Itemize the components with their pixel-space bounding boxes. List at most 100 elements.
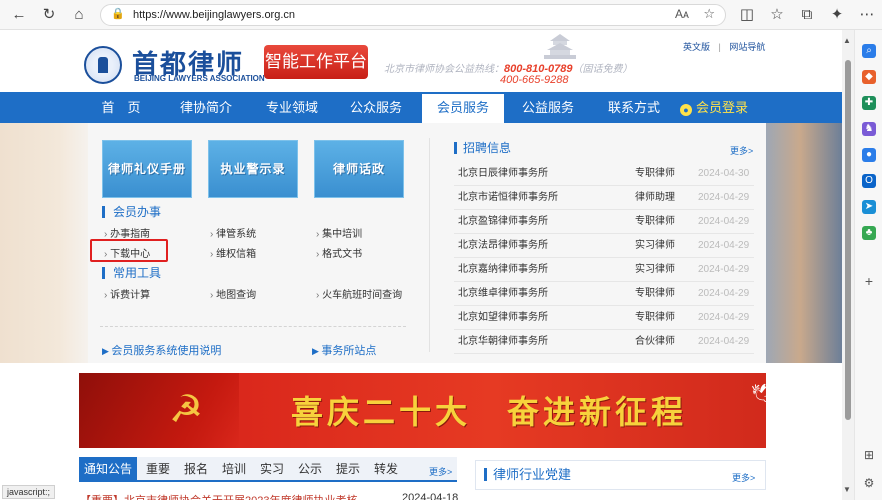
scroll-down-icon[interactable]: ▼	[843, 485, 851, 494]
centralized-training-link[interactable]: 集中培训	[316, 225, 362, 240]
job-firm[interactable]: 北京法昂律师事务所	[458, 234, 548, 258]
job-position[interactable]: 专职律师	[635, 162, 675, 186]
home-icon[interactable]: ⌂	[68, 5, 90, 25]
nav-item-home[interactable]: 首 页	[84, 92, 158, 123]
outlook-icon[interactable]: O	[862, 174, 876, 188]
recruitment-more-link[interactable]: 更多>	[730, 144, 753, 157]
notice-tabs: 通知公告 重要 报名 培训 实习 公示 提示 转发 更多>	[79, 457, 457, 482]
split-screen-icon[interactable]: ◫	[736, 5, 758, 25]
map-search-link[interactable]: 地图查询	[210, 286, 256, 301]
job-row[interactable]: 北京嘉纳律师事务所 实习律师 2024-04-29	[454, 258, 754, 282]
english-version-link[interactable]: 英文版	[683, 42, 710, 52]
member-system-guide-link[interactable]: 会员服务系统使用说明	[102, 342, 221, 358]
management-system-link[interactable]: 律管系统	[210, 225, 256, 240]
address-bar[interactable]: 🔒 https://www.beijinglawyers.org.cn Aᴀ ☆	[100, 4, 726, 26]
lawyers-on-politics-button[interactable]: 律师话政	[314, 140, 404, 198]
favorites-icon[interactable]: ☆	[766, 5, 788, 25]
practice-warnings-button[interactable]: 执业警示录	[208, 140, 298, 198]
scroll-up-icon[interactable]: ▲	[843, 36, 851, 45]
party-more-link[interactable]: 更多>	[732, 471, 755, 484]
hotline-label: 北京市律师协会公益热线：	[384, 64, 504, 75]
browser-sidebar: ⌕ ◆ ✚ ♞ ● O ➤ ♣ + ⊞ ⚙	[854, 30, 882, 500]
extensions-icon[interactable]: ✦	[826, 5, 848, 25]
job-row[interactable]: 北京日辰律师事务所 专职律师 2024-04-30	[454, 162, 754, 186]
copilot-icon[interactable]: ●	[862, 148, 876, 162]
etiquette-handbook-button[interactable]: 律师礼仪手册	[102, 140, 192, 198]
add-icon[interactable]: +	[862, 274, 876, 288]
smart-platform-button[interactable]: 智能工作平台	[264, 45, 368, 79]
job-firm[interactable]: 北京盈锦律师事务所	[458, 210, 548, 234]
member-login-button[interactable]: ● 会员登录	[680, 92, 748, 123]
site-logo-subtitle[interactable]: BEIJING LAWYERS ASSOCIATION	[134, 74, 265, 83]
job-row[interactable]: 北京市诺恒律师事务所 律师助理 2024-04-29	[454, 186, 754, 210]
job-position[interactable]: 专职律师	[635, 306, 675, 330]
rights-mailbox-link[interactable]: 维权信箱	[210, 245, 256, 260]
job-position[interactable]: 实习律师	[635, 258, 675, 282]
job-firm[interactable]: 北京如望律师事务所	[458, 306, 548, 330]
job-row[interactable]: 北京如望律师事务所 专职律师 2024-04-29	[454, 306, 754, 330]
tree-icon[interactable]: ♣	[862, 226, 876, 240]
template-documents-link[interactable]: 格式文书	[316, 245, 362, 260]
notice-item[interactable]: 【重要】北京市律师协会关于开展2023年度律师执业考核	[80, 492, 357, 500]
job-position[interactable]: 实习律师	[635, 234, 675, 258]
tab-training[interactable]: 培训	[217, 457, 251, 482]
job-row[interactable]: 北京维卓律师事务所 专职律师 2024-04-29	[454, 282, 754, 306]
fee-calculator-link[interactable]: 诉费计算	[104, 286, 150, 301]
url-text[interactable]: https://www.beijinglawyers.org.cn	[133, 9, 295, 21]
read-aloud-icon[interactable]: Aᴀ	[675, 7, 689, 21]
drop-icon[interactable]: ➤	[862, 200, 876, 214]
job-firm[interactable]: 北京市诺恒律师事务所	[458, 186, 558, 210]
law-firm-sites-link[interactable]: 事务所站点	[312, 342, 376, 358]
notices-more-link[interactable]: 更多>	[429, 465, 452, 478]
celebration-banner[interactable]: ☭ 喜庆二十大 奋进新征程 🕊	[79, 373, 766, 448]
association-seal-logo[interactable]	[84, 46, 122, 84]
job-position[interactable]: 律师助理	[635, 186, 675, 210]
tab-registration[interactable]: 报名	[179, 457, 213, 482]
favorite-star-icon[interactable]: ☆	[703, 6, 715, 22]
notice-date: 2024-04-18	[402, 492, 459, 500]
tab-forward[interactable]: 转发	[369, 457, 403, 482]
train-flight-schedule-link[interactable]: 火车航班时间查询	[316, 286, 402, 301]
nav-item-contact[interactable]: 联系方式	[596, 92, 672, 123]
tab-important[interactable]: 重要	[141, 457, 175, 482]
job-position[interactable]: 专职律师	[635, 282, 675, 306]
job-row[interactable]: 北京华朝律师事务所 合伙律师 2024-04-29	[454, 330, 754, 354]
guide-link[interactable]: 办事指南	[104, 225, 150, 240]
menu-icon[interactable]: ⋯	[856, 5, 878, 25]
job-firm[interactable]: 北京嘉纳律师事务所	[458, 258, 548, 282]
site-navigation-link[interactable]: 网站导航	[729, 42, 765, 52]
job-position[interactable]: 专职律师	[635, 210, 675, 234]
tab-notices[interactable]: 通知公告	[79, 457, 137, 482]
job-date: 2024-04-30	[698, 168, 750, 179]
tab-tips[interactable]: 提示	[331, 457, 365, 482]
user-icon: ●	[680, 104, 692, 116]
refresh-icon[interactable]: ↻	[38, 5, 60, 25]
nav-item-fields[interactable]: 专业领域	[254, 92, 330, 123]
tab-internship[interactable]: 实习	[255, 457, 289, 482]
job-position[interactable]: 合伙律师	[635, 330, 675, 354]
nav-item-pro-bono[interactable]: 公益服务	[510, 92, 586, 123]
back-icon[interactable]: ←	[8, 5, 30, 25]
party-building-heading[interactable]: 律师行业党建	[484, 468, 571, 481]
games-icon[interactable]: ♞	[862, 122, 876, 136]
scrollbar[interactable]: ▲ ▼	[842, 30, 854, 500]
hotline-note: （固话免费）	[572, 64, 633, 75]
job-firm[interactable]: 北京华朝律师事务所	[458, 330, 548, 354]
job-row[interactable]: 北京盈锦律师事务所 专职律师 2024-04-29	[454, 210, 754, 234]
customize-icon[interactable]: ⊞	[862, 448, 876, 462]
nav-item-about[interactable]: 律协简介	[168, 92, 244, 123]
nav-item-member-service[interactable]: 会员服务	[422, 92, 504, 123]
search-icon[interactable]: ⌕	[862, 44, 876, 58]
job-firm[interactable]: 北京日辰律师事务所	[458, 162, 548, 186]
tab-publicity[interactable]: 公示	[293, 457, 327, 482]
nav-item-public-service[interactable]: 公众服务	[338, 92, 414, 123]
job-firm[interactable]: 北京维卓律师事务所	[458, 282, 548, 306]
job-row[interactable]: 北京法昂律师事务所 实习律师 2024-04-29	[454, 234, 754, 258]
shopping-icon[interactable]: ◆	[862, 70, 876, 84]
collections-icon[interactable]: ⧉	[796, 5, 818, 25]
tools-icon[interactable]: ✚	[862, 96, 876, 110]
lock-icon[interactable]: 🔒	[111, 7, 125, 20]
hammer-sickle-icon: ☭	[169, 389, 204, 431]
scrollbar-thumb[interactable]	[845, 60, 851, 420]
settings-gear-icon[interactable]: ⚙	[862, 476, 876, 490]
